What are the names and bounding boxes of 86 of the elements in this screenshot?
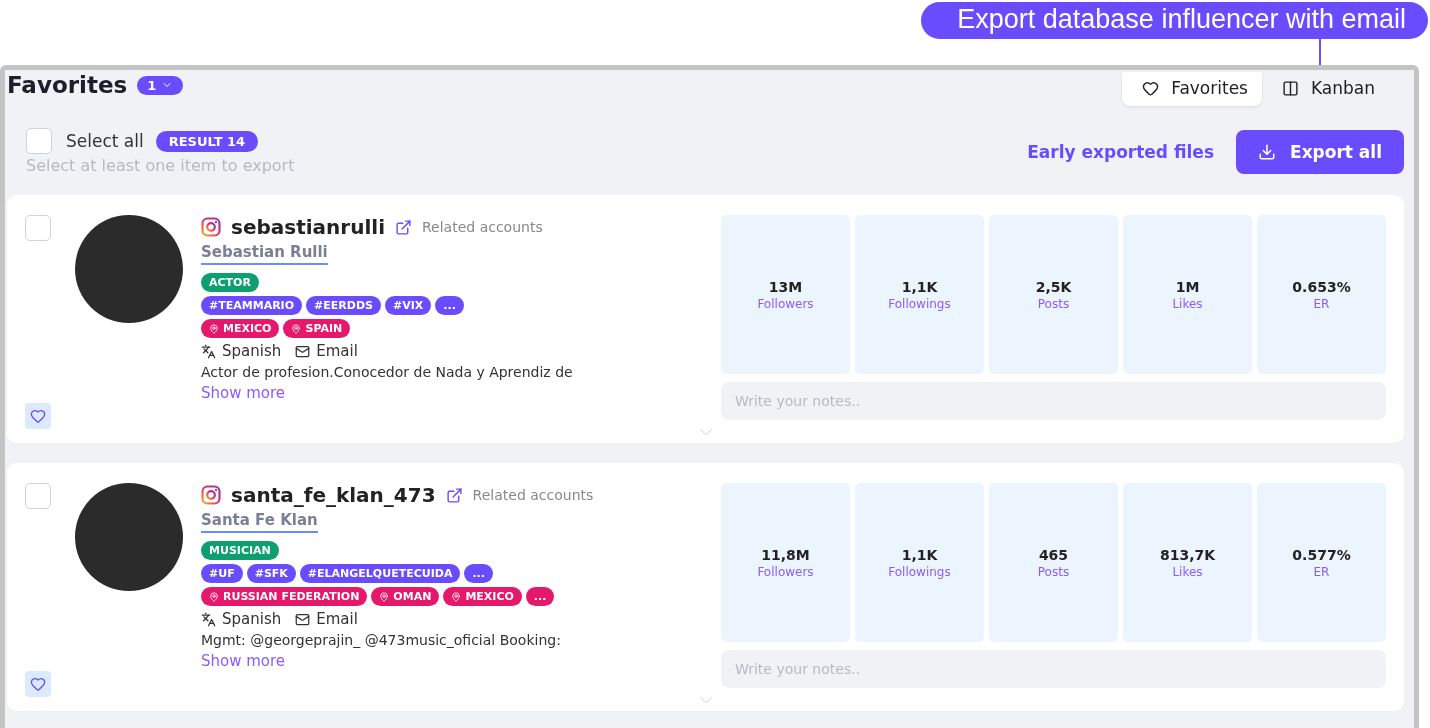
tag: ... — [525, 587, 555, 606]
tag: #VIX — [385, 296, 432, 315]
stat-value: 2,5K — [1035, 278, 1072, 295]
tag: #EERDDS — [306, 296, 381, 315]
influencer-name: Sebastian Rulli — [201, 243, 328, 265]
checkbox[interactable] — [26, 128, 52, 154]
related-accounts-link[interactable]: Related accounts — [422, 219, 543, 235]
tag: ACTOR — [201, 273, 259, 292]
translate-icon — [201, 611, 216, 627]
location-pin-icon — [291, 323, 302, 334]
heart-icon — [1142, 79, 1160, 97]
mail-icon — [295, 611, 311, 627]
show-more-link[interactable]: Show more — [201, 384, 711, 402]
email-label: Email — [295, 610, 358, 628]
translate-icon — [201, 343, 216, 359]
tag: RUSSIAN FEDERATION — [201, 587, 368, 606]
stat-label: Followings — [888, 564, 951, 579]
leader-line — [1319, 39, 1321, 65]
stat-value: 1,1K — [901, 546, 938, 563]
location-pin-icon — [379, 591, 390, 602]
tag: #SFK — [246, 564, 296, 583]
tag: MEXICO — [201, 319, 280, 338]
checkbox[interactable] — [25, 215, 51, 241]
tag: #ELANGELQUETECUIDA — [299, 564, 461, 583]
bio-text: Actor de profesion.Conocedor de Nada y Aprendiz de — [201, 364, 574, 380]
influencer-handle[interactable]: sebastianrulli — [231, 215, 385, 239]
stat-label: Posts — [1037, 296, 1070, 311]
checkbox[interactable] — [25, 483, 51, 509]
page-title: Favorites — [7, 72, 128, 98]
tag: #TEAMMARIO — [201, 296, 303, 315]
kanban-icon — [1281, 79, 1299, 97]
instagram-icon — [201, 217, 221, 237]
stat-label: Followings — [888, 296, 951, 311]
tag: #UF — [201, 564, 243, 583]
stat-value: 11,8M — [761, 546, 810, 563]
stat-value: 813,7K — [1159, 546, 1216, 563]
bio-text: Mgmt: @georgeprajin_ @473music_oficial Booking: — [201, 632, 562, 648]
stat-label: ER — [1313, 564, 1330, 579]
language-label: Spanish — [201, 342, 282, 360]
stat-value: 0.577% — [1292, 546, 1351, 563]
hint-text: Select at least one item to export — [26, 156, 295, 175]
stat-value: 1,1K — [901, 278, 938, 295]
tag: SPAIN — [283, 319, 351, 338]
influencer-name: Santa Fe Klan — [201, 511, 318, 533]
result-badge: RESULT 14 — [155, 130, 259, 152]
callout-label: Export database influencer with email — [921, 2, 1428, 39]
download-icon — [1258, 142, 1276, 161]
location-pin-icon — [451, 591, 462, 602]
instagram-icon — [201, 485, 221, 505]
view-tab[interactable]: Kanban — [1261, 72, 1389, 106]
notes-field[interactable]: Write your notes.. — [721, 382, 1386, 420]
location-pin-icon — [209, 323, 219, 334]
early-exported-link[interactable]: Early exported files — [1027, 141, 1214, 162]
language-label: Spanish — [201, 610, 282, 628]
stat-value: 13M — [768, 278, 803, 295]
mail-icon — [295, 343, 311, 359]
heart-icon — [30, 676, 46, 692]
location-pin-icon — [209, 591, 219, 602]
stat-value: 0.653% — [1292, 278, 1351, 295]
stat-value: 465 — [1038, 546, 1069, 563]
influencer-handle[interactable]: santa_fe_klan_473 — [231, 483, 436, 507]
external-link-icon[interactable] — [445, 486, 463, 504]
tag: OMAN — [371, 587, 440, 606]
count-badge[interactable]: 1 — [137, 75, 184, 95]
stat-value: 1M — [1175, 278, 1200, 295]
show-more-link[interactable]: Show more — [201, 652, 711, 670]
export-button[interactable]: Export all — [1236, 129, 1404, 174]
stat-label: Posts — [1037, 564, 1070, 579]
favorite-button[interactable] — [25, 671, 51, 697]
related-accounts-link[interactable]: Related accounts — [472, 487, 594, 503]
tag: ... — [435, 296, 464, 315]
notes-field[interactable]: Write your notes.. — [721, 650, 1386, 688]
select-all-label: Select all — [66, 131, 144, 151]
tag: MEXICO — [443, 587, 522, 606]
favorite-button[interactable] — [25, 403, 51, 429]
email-label: Email — [295, 342, 358, 360]
stat-label: Likes — [1172, 296, 1203, 311]
view-tab[interactable]: Favorites — [1122, 72, 1262, 106]
stat-label: Followers — [757, 564, 814, 579]
tag: ... — [464, 564, 493, 583]
stat-label: ER — [1313, 296, 1330, 311]
tag: MUSICIAN — [201, 541, 279, 560]
stat-label: Likes — [1172, 564, 1203, 579]
stat-label: Followers — [757, 296, 814, 311]
external-link-icon[interactable] — [395, 218, 412, 236]
heart-icon — [30, 408, 46, 424]
